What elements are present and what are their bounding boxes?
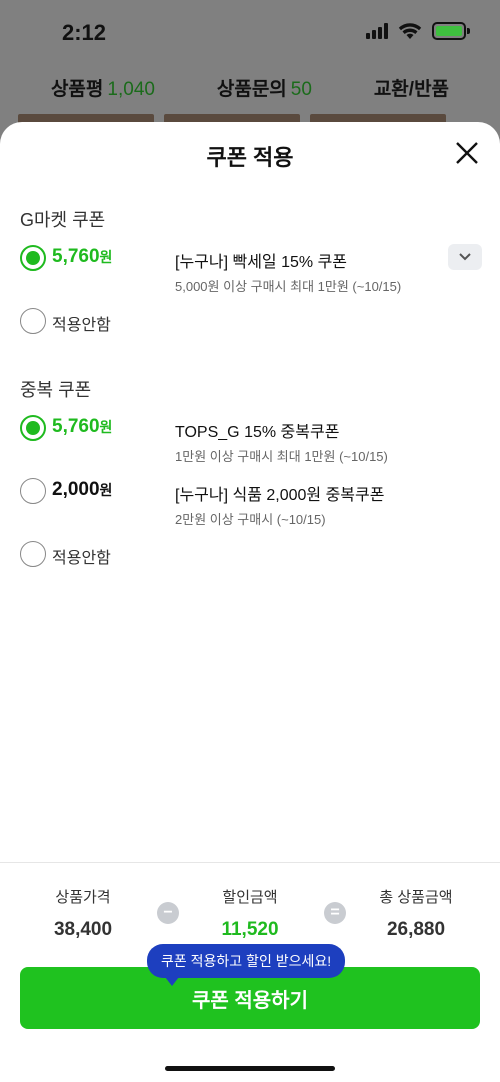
status-bar: 2:12	[0, 0, 500, 66]
overlap-coupon-2-desc: 2만원 이상 구매시 (~10/15)	[175, 512, 326, 527]
overlap-coupon-2-name: [누구나] 식품 2,000원 중복쿠폰	[175, 487, 385, 504]
tab-inquiries-label: 상품문의	[216, 79, 287, 100]
equals-icon: =	[324, 902, 346, 924]
gmarket-no-apply-radio[interactable]	[20, 308, 46, 334]
tab-exchange-label: 교환/반품	[373, 79, 450, 100]
price-value: 38,400	[53, 919, 113, 940]
tab-reviews[interactable]: 상품평 1,040	[51, 74, 155, 101]
discount-value: 11,520	[221, 919, 279, 940]
overlap-coupon-1-name: TOPS_G 15% 중복쿠폰	[175, 424, 340, 441]
amount-unit: 원	[99, 419, 113, 435]
amount-value: 5,760	[52, 416, 100, 437]
overlap-no-apply-label: 적용안함	[52, 550, 111, 567]
gmarket-coupon-1-desc: 5,000원 이상 구매시 최대 1만원 (~10/15)	[175, 279, 402, 294]
overlap-no-apply-radio[interactable]	[20, 541, 46, 567]
screen: 2:12 상품평 1,040 상품문의 50 교환/반품 쿠폰 적용 G마켓 쿠…	[0, 0, 500, 1082]
wifi-icon	[398, 23, 422, 39]
close-icon[interactable]	[452, 138, 482, 168]
coupon-sheet: 쿠폰 적용 G마켓 쿠폰 5,760원 [누구나] 빡세일 15% 쿠폰 5,0…	[0, 122, 500, 1082]
gmarket-coupon-title: G마켓 쿠폰	[20, 210, 106, 230]
apply-tooltip: 쿠폰 적용하고 할인 받으세요!	[147, 944, 346, 986]
minus-icon: −	[157, 902, 179, 924]
discount-label: 할인금액	[222, 889, 278, 906]
overlap-coupon-title: 중복 쿠폰	[20, 380, 92, 400]
tab-exchange-return[interactable]: 교환/반품	[374, 74, 449, 101]
background-tabs: 상품평 1,040 상품문의 50 교환/반품	[0, 74, 500, 101]
overlap-coupon-2-radio[interactable]	[20, 478, 46, 504]
tab-reviews-count: 1,040	[107, 79, 155, 100]
battery-icon	[432, 22, 470, 40]
summary-divider	[0, 862, 500, 863]
status-icons	[366, 22, 470, 40]
battery-tip	[467, 28, 470, 34]
gmarket-coupon-dropdown[interactable]	[448, 244, 482, 270]
amount-value: 2,000	[52, 479, 100, 500]
gmarket-coupon-1-name: [누구나] 빡세일 15% 쿠폰	[175, 254, 348, 271]
tab-inquiries-count: 50	[290, 79, 312, 100]
status-time: 2:12	[62, 20, 107, 45]
total-label: 총 상품금액	[379, 889, 453, 906]
total-summary: 총 상품금액 26,880	[346, 886, 486, 941]
gmarket-coupon-1-radio[interactable]	[20, 245, 46, 271]
overlap-coupon-1-amount: 5,760원	[52, 416, 112, 438]
gmarket-coupon-1-amount: 5,760원	[52, 246, 112, 268]
chevron-down-icon	[459, 253, 471, 261]
discount-summary: 할인금액 11,520	[180, 886, 320, 941]
total-value: 26,880	[386, 919, 446, 940]
home-indicator	[165, 1066, 335, 1071]
amount-unit: 원	[99, 482, 113, 498]
tab-inquiries[interactable]: 상품문의 50	[217, 74, 312, 101]
sheet-title: 쿠폰 적용	[206, 145, 294, 170]
battery-fill	[436, 26, 462, 36]
price-label: 상품가격	[55, 889, 111, 906]
tab-reviews-label: 상품평	[50, 79, 104, 100]
overlap-coupon-1-desc: 1만원 이상 구매시 최대 1만원 (~10/15)	[175, 449, 388, 464]
amount-unit: 원	[99, 249, 113, 265]
overlap-coupon-1-radio[interactable]	[20, 415, 46, 441]
gmarket-no-apply-label: 적용안함	[52, 317, 111, 334]
overlap-coupon-2-amount: 2,000원	[52, 479, 112, 501]
price-summary: 상품가격 38,400	[13, 886, 153, 941]
amount-value: 5,760	[52, 246, 100, 267]
cellular-signal-icon	[366, 23, 388, 39]
